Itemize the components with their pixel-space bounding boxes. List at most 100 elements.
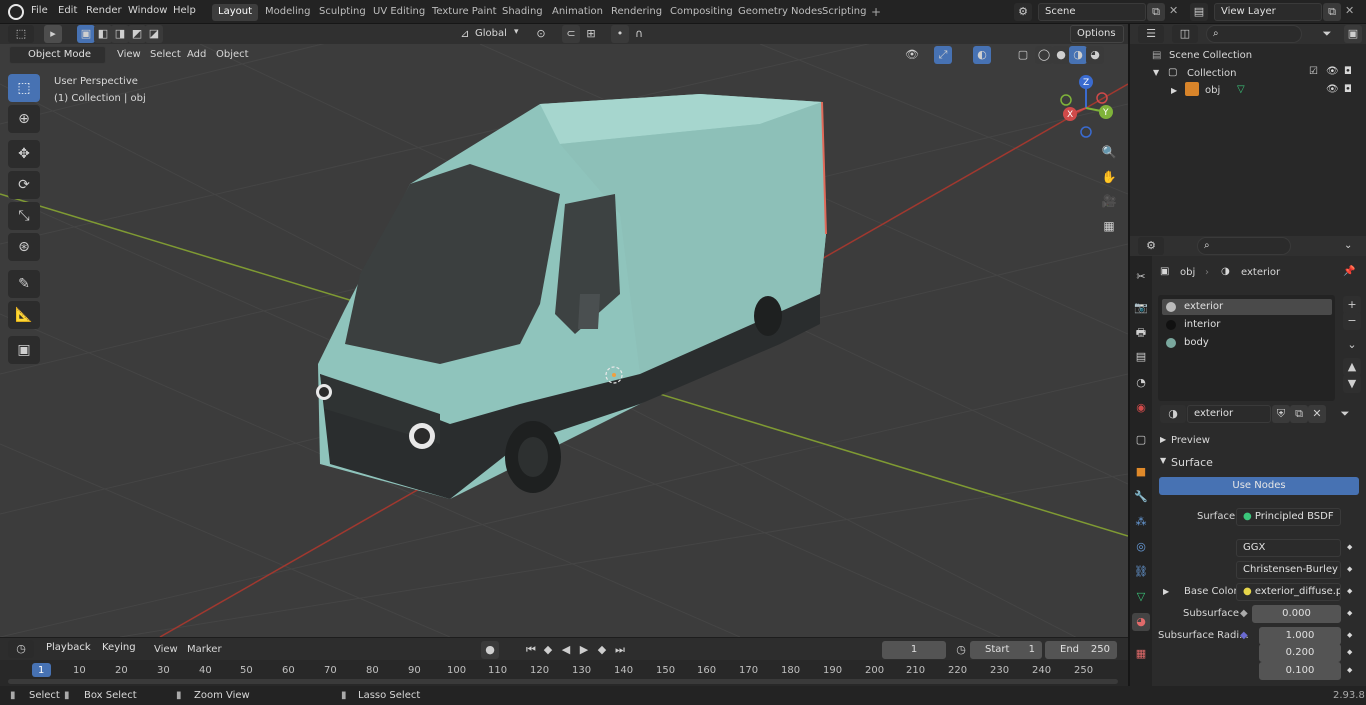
menu-view[interactable]: View [117, 49, 141, 60]
timeline-editor-icon[interactable]: ◷ [8, 640, 34, 658]
editor-type-icon[interactable]: ⬚ [8, 25, 34, 43]
end-frame-field[interactable]: End 250 [1045, 641, 1117, 659]
material-tab-icon[interactable]: ◕ [1132, 613, 1150, 631]
annotate-tool[interactable]: ✎ [8, 270, 40, 298]
current-frame-field[interactable]: 1 [882, 641, 946, 659]
keyframe-dot-icon[interactable]: ◆ [1347, 587, 1352, 595]
move-down-icon[interactable]: ▼ [1343, 375, 1361, 393]
material-slot-interior[interactable]: interior [1162, 317, 1332, 333]
subsurface-value-field[interactable]: 0.000 [1252, 605, 1341, 623]
preview-range-icon[interactable]: ◷ [952, 641, 970, 659]
menu-object[interactable]: Object [216, 49, 249, 60]
properties-options-icon[interactable]: ⌄ [1344, 240, 1352, 251]
zoom-icon[interactable]: 🔍 [1098, 141, 1120, 163]
obj-render-icon[interactable]: ◘ [1344, 84, 1352, 95]
tab-rendering[interactable]: Rendering [605, 4, 668, 21]
solid-shading-icon[interactable]: ● [1052, 46, 1070, 64]
snap-icon[interactable]: ⊂ [562, 25, 580, 43]
filter-icon[interactable]: ⏷ [1318, 25, 1336, 43]
output-tab-icon[interactable]: 🖶 [1132, 324, 1150, 342]
next-keyframe-icon[interactable]: ◆ [593, 641, 611, 659]
select-box-tool[interactable]: ⬚ [8, 74, 40, 102]
scene-tab-icon[interactable]: ◔ [1132, 374, 1150, 392]
menu-add[interactable]: Add [187, 49, 206, 60]
collection-tab-icon[interactable]: ▢ [1132, 431, 1150, 449]
radius-x-field[interactable]: 1.000 [1259, 627, 1341, 645]
pin-icon[interactable]: 📌 [1343, 266, 1355, 277]
grid-perspective-icon[interactable]: ▦ [1098, 215, 1120, 237]
new-material-icon[interactable]: ⧉ [1290, 405, 1308, 423]
xray-icon[interactable]: ▢ [1014, 46, 1032, 64]
keyframe-dot-icon[interactable]: ◆ [1347, 609, 1352, 617]
outliner-search-input[interactable]: ⌕ [1206, 25, 1302, 43]
keyframe-dot-icon[interactable]: ◆ [1347, 648, 1352, 656]
play-reverse-icon[interactable]: ◀ [557, 641, 575, 659]
preview-panel-label[interactable]: Preview [1171, 435, 1210, 446]
outliner-editor-icon[interactable]: ☰ [1138, 25, 1164, 43]
blender-logo-icon[interactable] [8, 4, 24, 20]
select-subtract-icon[interactable]: ◨ [111, 25, 129, 43]
keyframe-dot-icon[interactable]: ◆ [1347, 666, 1352, 674]
base-color-field[interactable]: ● exterior_diffuse.png [1236, 583, 1341, 601]
surface-shader-field[interactable]: ● Principled BSDF [1236, 508, 1341, 526]
render-tab-icon[interactable]: 📷 [1132, 299, 1150, 317]
copy-scene-icon[interactable]: ⧉ [1147, 3, 1165, 21]
select-extend-icon[interactable]: ◧ [94, 25, 112, 43]
measure-tool[interactable]: 📐 [8, 301, 40, 329]
keyframe-dot-icon[interactable]: ◆ [1347, 543, 1352, 551]
tab-shading[interactable]: Shading [496, 4, 549, 21]
tab-modeling[interactable]: Modeling [259, 4, 317, 21]
view-layer-field[interactable]: View Layer [1214, 3, 1322, 21]
data-tab-icon[interactable]: ▽ [1132, 588, 1150, 606]
texture-tab-icon[interactable]: ▦ [1132, 645, 1150, 663]
timeline-scrollbar[interactable] [8, 679, 1118, 684]
select-intersect-icon[interactable]: ◪ [145, 25, 163, 43]
jump-start-icon[interactable]: ⏮ [522, 641, 540, 659]
outliner-obj[interactable]: obj [1205, 85, 1220, 96]
modifier-tab-icon[interactable]: 🔧 [1132, 488, 1150, 506]
keying-menu[interactable]: Keying [96, 640, 146, 658]
radius-z-field[interactable]: 0.100 [1259, 662, 1341, 680]
eye-icon[interactable]: 👁 [1326, 66, 1339, 77]
prev-keyframe-icon[interactable]: ◆ [539, 641, 557, 659]
menu-file[interactable]: File [31, 5, 48, 16]
collapse-preview-icon[interactable]: ▶ [1160, 435, 1166, 444]
rotate-tool[interactable]: ⟳ [8, 171, 40, 199]
close-scene-icon[interactable]: ✕ [1169, 4, 1178, 17]
wireframe-shading-icon[interactable]: ◯ [1035, 46, 1053, 64]
material-slot-exterior[interactable]: exterior [1162, 299, 1332, 315]
snap-target-icon[interactable]: ⊞ [582, 25, 600, 43]
select-new-icon[interactable]: ▣ [77, 25, 95, 43]
subsurface-method-dropdown[interactable]: Christensen-Burley [1236, 561, 1341, 579]
add-workspace-icon[interactable]: + [871, 5, 881, 19]
camera-icon[interactable]: 🎥 [1098, 190, 1120, 212]
overlay-toggle-icon[interactable]: ◐ [973, 46, 991, 64]
properties-editor-icon[interactable]: ⚙ [1138, 237, 1164, 255]
particles-tab-icon[interactable]: ⁂ [1132, 513, 1150, 531]
checkbox-icon[interactable]: ☑ [1309, 66, 1318, 77]
tab-sculpting[interactable]: Sculpting [313, 4, 372, 21]
navigation-gizmo[interactable]: Z Y X [1058, 72, 1118, 138]
proportional-edit-icon[interactable]: • [611, 25, 629, 43]
menu-render[interactable]: Render [86, 5, 122, 16]
material-slot-body[interactable]: body [1162, 335, 1332, 351]
expand-base-color-icon[interactable]: ▶ [1163, 587, 1169, 596]
move-up-icon[interactable]: ▲ [1343, 358, 1361, 376]
scene-field[interactable]: Scene [1038, 3, 1146, 21]
menu-select[interactable]: Select [150, 49, 181, 60]
chevron-down-icon[interactable]: ▾ [514, 27, 519, 37]
keyframe-dot-icon[interactable]: ◆ [1347, 565, 1352, 573]
outliner-collection[interactable]: Collection [1187, 68, 1236, 79]
start-frame-field[interactable]: Start 1 [970, 641, 1042, 659]
expand-obj-icon[interactable]: ▶ [1171, 86, 1177, 95]
constraints-tab-icon[interactable]: ⛓ [1132, 563, 1150, 581]
tab-scripting[interactable]: Scripting [816, 4, 872, 21]
select-difference-icon[interactable]: ◩ [128, 25, 146, 43]
tool-tab-icon[interactable]: ✂ [1132, 268, 1150, 286]
move-tool[interactable]: ✥ [8, 140, 40, 168]
rendered-shading-icon[interactable]: ◕ [1086, 46, 1104, 64]
new-collection-icon[interactable]: ▣ [1344, 25, 1362, 43]
material-name-field[interactable]: exterior [1187, 405, 1271, 423]
surface-panel-label[interactable]: Surface [1171, 456, 1213, 469]
scene-icon[interactable]: ⚙ [1014, 3, 1032, 21]
